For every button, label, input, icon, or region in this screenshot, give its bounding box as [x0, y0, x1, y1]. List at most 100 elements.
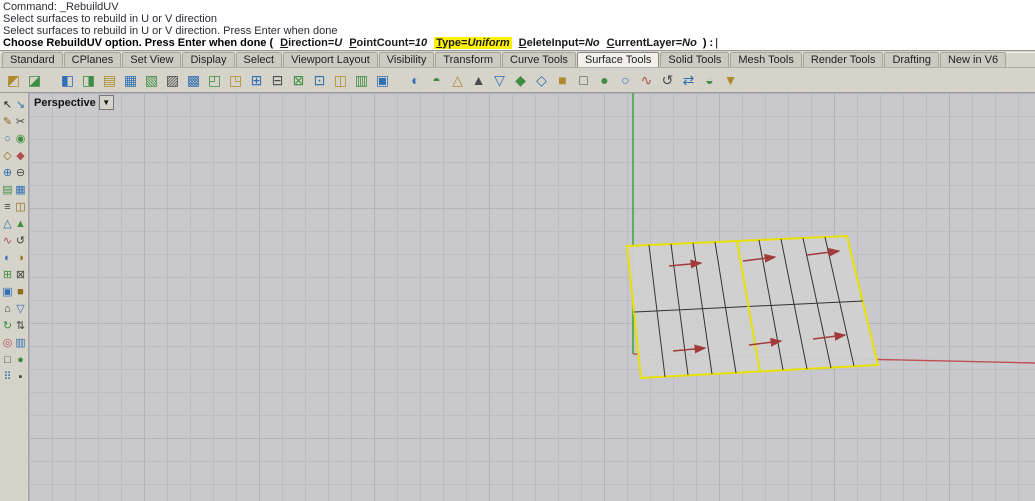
command-area[interactable]: Command: _RebuildUV Select surfaces to re…	[0, 0, 1035, 51]
tab-surface-tools[interactable]: Surface Tools	[576, 52, 660, 67]
cmd-option-deleteinput[interactable]: DeleteInput=No	[519, 37, 600, 49]
sidebar-tool-icon[interactable]: ∿	[1, 232, 14, 249]
sidebar-tool-icon[interactable]: ◎	[1, 334, 14, 351]
toolbar-icon[interactable]: ⊞	[246, 70, 267, 91]
sidebar-tool-icon[interactable]: ◑	[14, 249, 27, 266]
sidebar-tool-icon[interactable]: ▪	[14, 368, 27, 385]
viewport-title-dropdown-icon[interactable]: ▼	[98, 95, 114, 110]
sidebar-tool-icon[interactable]: ⠿	[1, 368, 14, 385]
sidebar-tool-icon[interactable]: ↘	[14, 96, 27, 113]
sidebar-tool-icon[interactable]: □	[1, 351, 14, 368]
command-prompt-options: Direction=U PointCount=10 Type=Uniform Dele…	[273, 37, 697, 49]
cmd-option-pointcount[interactable]: PointCount=10	[349, 37, 427, 49]
tab-cplanes[interactable]: CPlanes	[63, 52, 122, 67]
sidebar-tool-icon[interactable]: ▲	[14, 215, 27, 232]
toolbar-icon[interactable]: ▣	[372, 70, 393, 91]
command-prompt-line[interactable]: Choose RebuildUV option. Press Enter whe…	[3, 37, 1035, 50]
toolbar-icon[interactable]: ◧	[57, 70, 78, 91]
tab-select[interactable]: Select	[235, 52, 283, 67]
toolbar-icon[interactable]: ●	[594, 70, 615, 91]
toolbar-icon[interactable]: ▨	[162, 70, 183, 91]
sidebar-tool-icon[interactable]: ⊞	[1, 266, 14, 283]
toolbar-icon[interactable]: ▤	[99, 70, 120, 91]
sidebar-tool-icon[interactable]: ▦	[14, 181, 27, 198]
toolbar-icon[interactable]: ◓	[426, 70, 447, 91]
cmd-option-currentlayer[interactable]: CurrentLayer=No	[607, 37, 697, 49]
sidebar-tool-icon[interactable]: ⇅	[14, 317, 27, 334]
toolbar-icon[interactable]: ▧	[141, 70, 162, 91]
toolbar-icon[interactable]: ⊟	[267, 70, 288, 91]
command-prompt-suffix: ) :	[702, 37, 714, 49]
sidebar-tool-icon[interactable]: ↖	[1, 96, 14, 113]
sidebar-tool-icon[interactable]: ↻	[1, 317, 14, 334]
sidebar-tool-icon[interactable]: ◫	[14, 198, 27, 215]
toolbar-icon[interactable]: ◩	[3, 70, 24, 91]
sidebar-tool-icon[interactable]: ▣	[1, 283, 14, 300]
viewport-perspective[interactable]: Perspective ▼	[29, 93, 1035, 501]
toolbar-icon[interactable]: ◳	[225, 70, 246, 91]
toolbar-icon[interactable]: ◒	[699, 70, 720, 91]
toolbar-icon[interactable]: □	[573, 70, 594, 91]
sidebar-tool-icon[interactable]: ▽	[14, 300, 27, 317]
tab-new-in-v6[interactable]: New in V6	[939, 52, 1007, 67]
tab-display[interactable]: Display	[182, 52, 235, 67]
toolbar-icon[interactable]: ◨	[78, 70, 99, 91]
tab-standard[interactable]: Standard	[2, 52, 63, 67]
toolbar-icon[interactable]: ▽	[489, 70, 510, 91]
sidebar-tool-icon[interactable]: ≡	[1, 198, 14, 215]
tab-drafting[interactable]: Drafting	[884, 52, 939, 67]
tab-transform[interactable]: Transform	[435, 52, 502, 67]
sidebar-tool-icon[interactable]: ●	[14, 351, 27, 368]
tab-render-tools[interactable]: Render Tools	[802, 52, 884, 67]
sidebar-tool-icon[interactable]: ◇	[1, 147, 14, 164]
viewport-title[interactable]: Perspective ▼	[34, 95, 114, 110]
viewport-title-label[interactable]: Perspective	[34, 97, 96, 109]
sidebar-tool-icon[interactable]: ▥	[14, 334, 27, 351]
toolbar-icon[interactable]: ⇄	[678, 70, 699, 91]
sidebar-tool-icon[interactable]: △	[1, 215, 14, 232]
toolbar-icon[interactable]: ⊡	[309, 70, 330, 91]
toolbar-icon[interactable]: ▩	[183, 70, 204, 91]
toolbar-icon[interactable]: ⊠	[288, 70, 309, 91]
viewport-canvas	[625, 93, 1035, 380]
command-history-line: Select surfaces to rebuild in U or V dir…	[3, 25, 338, 37]
toolbar-icon[interactable]: ◆	[510, 70, 531, 91]
sidebar-tool-icon[interactable]: ✂	[14, 113, 27, 130]
toolbar-icon[interactable]: ○	[615, 70, 636, 91]
tab-curve-tools[interactable]: Curve Tools	[502, 52, 576, 67]
tab-mesh-tools[interactable]: Mesh Tools	[730, 52, 802, 67]
tab-set-view[interactable]: Set View	[122, 52, 182, 67]
toolbar-icon[interactable]: ▥	[351, 70, 372, 91]
toolbar-icon[interactable]: ∿	[636, 70, 657, 91]
sidebar-tool-icon[interactable]: ◉	[14, 130, 27, 147]
toolbar-icon[interactable]: ▼	[720, 70, 741, 91]
toolbar-icon[interactable]: ▲	[468, 70, 489, 91]
toolbar-icon[interactable]: ■	[552, 70, 573, 91]
toolbar-icon[interactable]: ◐	[405, 70, 426, 91]
sidebar-tool-icon[interactable]: ⊠	[14, 266, 27, 283]
tab-solid-tools[interactable]: Solid Tools	[660, 52, 730, 67]
toolbar-icon[interactable]: ↺	[657, 70, 678, 91]
sidebar-tool-icon[interactable]: ○	[1, 130, 14, 147]
toolbar-icon[interactable]: ◪	[24, 70, 45, 91]
sidebar-tool-icon[interactable]: ◐	[1, 249, 14, 266]
sidebar-tool-icon[interactable]: ▤	[1, 181, 14, 198]
sidebar-tool-icon[interactable]: ⌂	[1, 300, 14, 317]
sidebar-tool-icon[interactable]: ✎	[1, 113, 14, 130]
tab-visibility[interactable]: Visibility	[378, 52, 435, 67]
sidebar-tool-icon[interactable]: ⊕	[1, 164, 14, 181]
cmd-option-type[interactable]: Type=Uniform	[434, 37, 512, 49]
sidebar-tool-icon[interactable]: ↺	[14, 232, 27, 249]
tab-viewport-layout[interactable]: Viewport Layout	[283, 52, 378, 67]
toolbar-icon[interactable]: △	[447, 70, 468, 91]
rhino-window: Command: _RebuildUV Select surfaces to re…	[0, 0, 1035, 501]
toolbar-icon[interactable]: ◇	[531, 70, 552, 91]
sidebar-tool-icon[interactable]: ■	[14, 283, 27, 300]
toolbar-icon[interactable]: ▦	[120, 70, 141, 91]
cmd-option-direction[interactable]: Direction=U	[280, 37, 342, 49]
toolbar-icon-group: ◧ ◨ ▤ ▦ ▧ ▨ ▩ ◰ ◳ ⊞ ⊟ ⊠ ⊡ ◫ ▥ ▣	[57, 70, 393, 91]
sidebar-tool-icon[interactable]: ◆	[14, 147, 27, 164]
toolbar-icon[interactable]: ◰	[204, 70, 225, 91]
sidebar-tool-icon[interactable]: ⊖	[14, 164, 27, 181]
toolbar-icon[interactable]: ◫	[330, 70, 351, 91]
